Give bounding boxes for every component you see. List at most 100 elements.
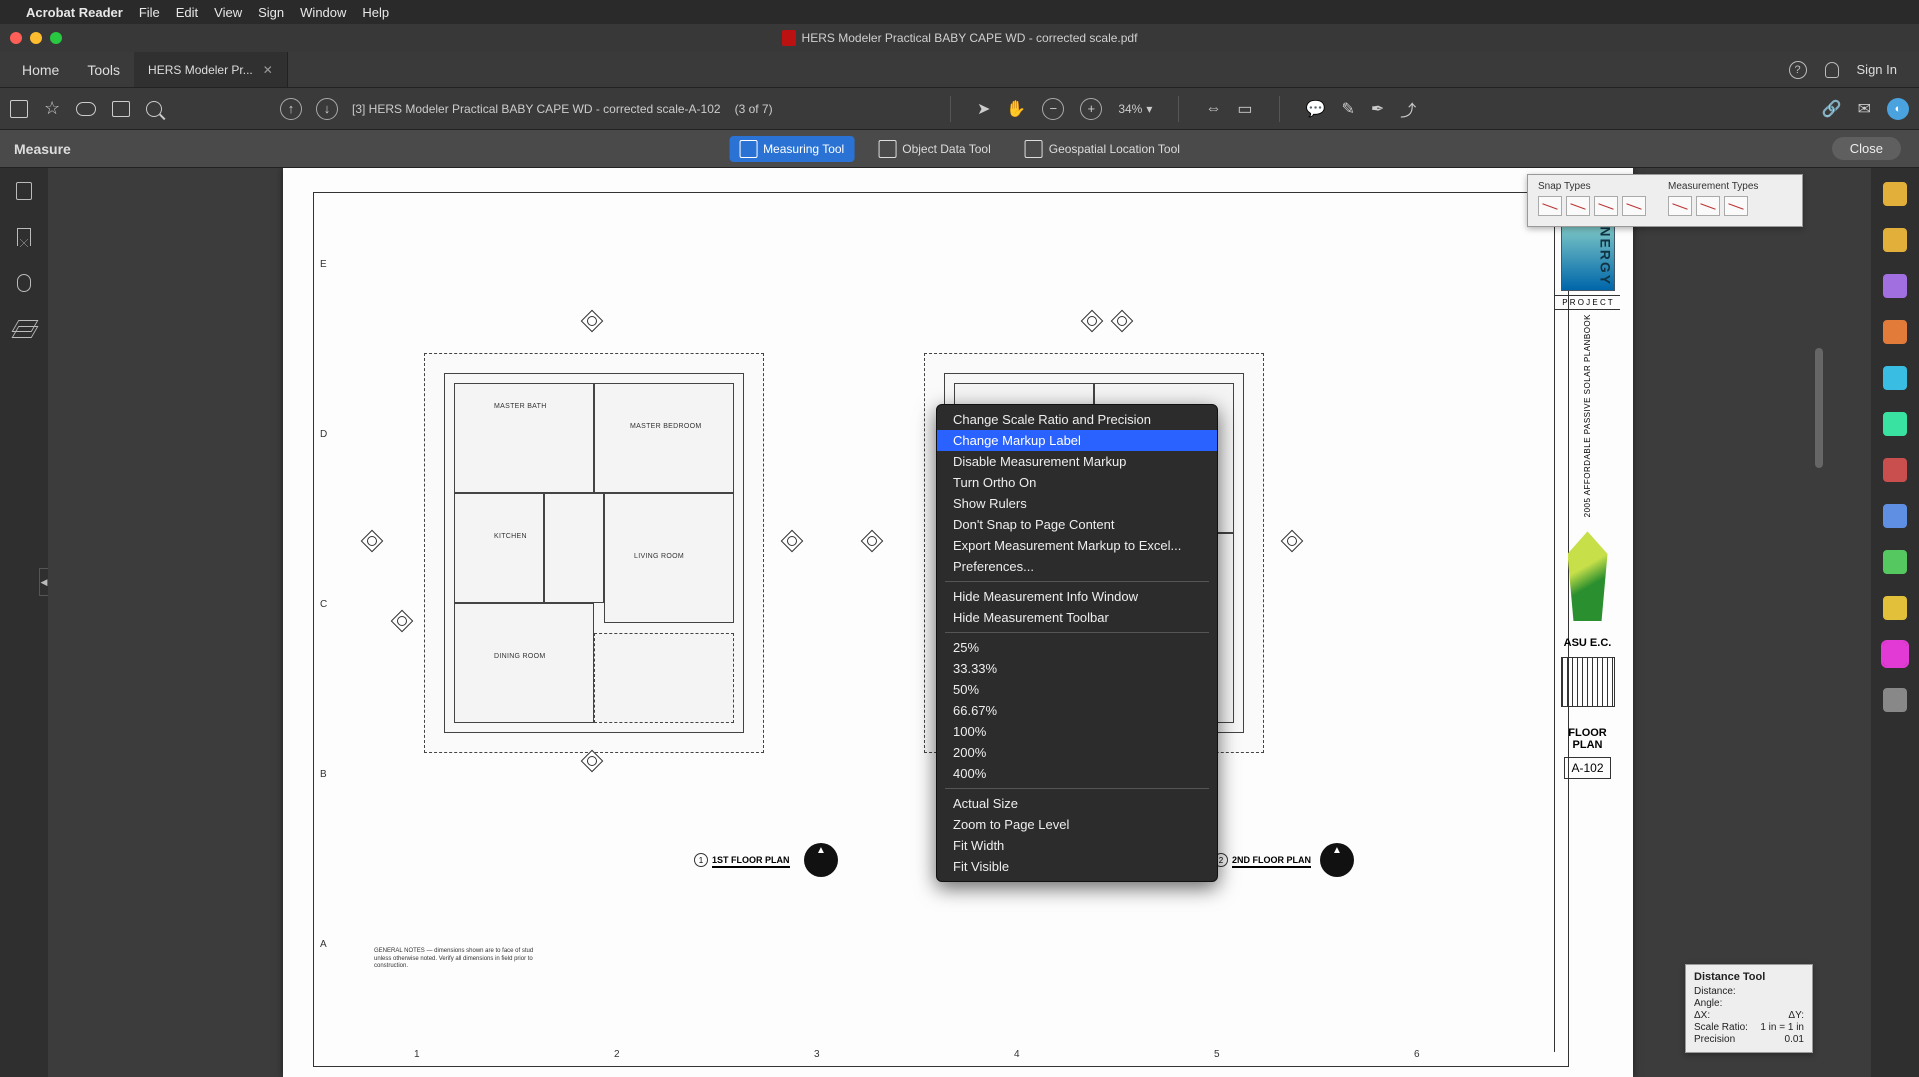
hand-tool-icon[interactable]: ✋ bbox=[1006, 99, 1026, 119]
app-name[interactable]: Acrobat Reader bbox=[26, 5, 123, 20]
ctx-zoom-400[interactable]: 400% bbox=[937, 763, 1217, 784]
page-up-icon[interactable]: ↑ bbox=[280, 98, 302, 120]
ctx-actual-size[interactable]: Actual Size bbox=[937, 793, 1217, 814]
ctx-zoom-66[interactable]: 66.67% bbox=[937, 700, 1217, 721]
notifications-icon[interactable] bbox=[1825, 62, 1839, 78]
menu-sign[interactable]: Sign bbox=[258, 5, 284, 20]
tool-comment-icon[interactable] bbox=[1883, 320, 1907, 344]
ctx-hide-info[interactable]: Hide Measurement Info Window bbox=[937, 586, 1217, 607]
thumbnails-icon[interactable] bbox=[16, 182, 32, 200]
zoom-out-icon[interactable]: − bbox=[1042, 98, 1064, 120]
sign-in-button[interactable]: Sign In bbox=[1857, 62, 1897, 77]
menu-view[interactable]: View bbox=[214, 5, 242, 20]
ctx-zoom-page-level[interactable]: Zoom to Page Level bbox=[937, 814, 1217, 835]
tool-protect-icon[interactable] bbox=[1883, 504, 1907, 528]
ctx-change-scale[interactable]: Change Scale Ratio and Precision bbox=[937, 409, 1217, 430]
tab-bar: Home Tools HERS Modeler Pr... ✕ ? Sign I… bbox=[0, 52, 1919, 88]
select-tool-icon[interactable]: ➤ bbox=[977, 99, 990, 119]
tool-edit-pdf-icon[interactable] bbox=[1883, 228, 1907, 252]
tool-measure-icon[interactable] bbox=[1883, 642, 1907, 666]
north-arrow-1 bbox=[804, 843, 838, 877]
ctx-dont-snap[interactable]: Don't Snap to Page Content bbox=[937, 514, 1217, 535]
page-down-icon[interactable]: ↓ bbox=[316, 98, 338, 120]
distance-tool-panel[interactable]: Distance Tool Distance: Angle: ΔX:ΔY: Sc… bbox=[1685, 964, 1813, 1053]
attachments-icon[interactable] bbox=[17, 274, 31, 292]
tool-compress-icon[interactable] bbox=[1883, 412, 1907, 436]
highlight-icon[interactable]: ✎ bbox=[1341, 99, 1354, 119]
close-button[interactable]: Close bbox=[1832, 137, 1901, 160]
ctx-hide-toolbar[interactable]: Hide Measurement Toolbar bbox=[937, 607, 1217, 628]
ctx-zoom-33[interactable]: 33.33% bbox=[937, 658, 1217, 679]
ctx-zoom-25[interactable]: 25% bbox=[937, 637, 1217, 658]
measuring-tool-button[interactable]: Measuring Tool bbox=[729, 136, 854, 162]
bookmarks-icon[interactable] bbox=[17, 228, 31, 246]
ctx-zoom-50[interactable]: 50% bbox=[937, 679, 1217, 700]
object-data-tool-button[interactable]: Object Data Tool bbox=[868, 136, 1001, 162]
snap-midpoint-button[interactable] bbox=[1566, 196, 1590, 216]
angle-label: Angle: bbox=[1694, 998, 1722, 1009]
window-zoom-button[interactable] bbox=[50, 32, 62, 44]
measure-area-button[interactable] bbox=[1724, 196, 1748, 216]
fit-width-icon[interactable]: ⇔ bbox=[1205, 100, 1221, 118]
sign-icon[interactable]: ✒ bbox=[1371, 99, 1384, 119]
ctx-disable-measurement-markup[interactable]: Disable Measurement Markup bbox=[937, 451, 1217, 472]
snap-intersection-button[interactable] bbox=[1594, 196, 1618, 216]
geospatial-tool-button[interactable]: Geospatial Location Tool bbox=[1015, 136, 1190, 162]
vertical-scrollbar-thumb[interactable] bbox=[1815, 348, 1823, 468]
tool-fill-sign-icon[interactable] bbox=[1883, 550, 1907, 574]
scale-ratio-value: 1 in = 1 in bbox=[1760, 1022, 1804, 1033]
tool-create-pdf-icon[interactable] bbox=[1883, 182, 1907, 206]
appalachian-energy-logo bbox=[1564, 521, 1612, 631]
ctx-zoom-100[interactable]: 100% bbox=[937, 721, 1217, 742]
print-icon[interactable] bbox=[112, 101, 130, 117]
tab-close-icon[interactable]: ✕ bbox=[263, 63, 273, 77]
scale-ratio-label: Scale Ratio: bbox=[1694, 1022, 1748, 1033]
star-icon[interactable]: ☆ bbox=[44, 98, 60, 119]
menu-window[interactable]: Window bbox=[300, 5, 346, 20]
save-icon[interactable] bbox=[10, 100, 28, 118]
tab-tools[interactable]: Tools bbox=[73, 52, 134, 87]
tool-organize-icon[interactable] bbox=[1883, 366, 1907, 390]
ctx-fit-visible[interactable]: Fit Visible bbox=[937, 856, 1217, 877]
tool-export-pdf-icon[interactable] bbox=[1883, 274, 1907, 298]
ctx-export-excel[interactable]: Export Measurement Markup to Excel... bbox=[937, 535, 1217, 556]
cloud-upload-icon[interactable] bbox=[76, 102, 96, 116]
menu-edit[interactable]: Edit bbox=[176, 5, 198, 20]
tool-redact-icon[interactable] bbox=[1883, 458, 1907, 482]
snap-path-button[interactable] bbox=[1622, 196, 1646, 216]
comment-icon[interactable]: 💬 bbox=[1306, 99, 1326, 119]
fit-page-icon[interactable]: ▭ bbox=[1237, 99, 1252, 119]
link-icon[interactable]: 🔗 bbox=[1822, 99, 1842, 119]
window-minimize-button[interactable] bbox=[30, 32, 42, 44]
pdf-icon bbox=[782, 30, 796, 46]
measure-perimeter-button[interactable] bbox=[1696, 196, 1720, 216]
help-icon[interactable]: ? bbox=[1789, 61, 1807, 79]
tab-document[interactable]: HERS Modeler Pr... ✕ bbox=[134, 52, 288, 87]
ctx-change-markup-label[interactable]: Change Markup Label bbox=[937, 430, 1217, 451]
tool-more-icon[interactable] bbox=[1883, 688, 1907, 712]
ctx-preferences[interactable]: Preferences... bbox=[937, 556, 1217, 577]
measurement-types-panel[interactable]: Snap Types Measurement Types bbox=[1527, 174, 1803, 227]
right-tools-rail bbox=[1871, 168, 1919, 1077]
layers-icon[interactable] bbox=[15, 320, 33, 338]
menu-file[interactable]: File bbox=[139, 5, 160, 20]
snap-endpoint-button[interactable] bbox=[1538, 196, 1562, 216]
menu-help[interactable]: Help bbox=[362, 5, 389, 20]
tool-convert-pdf-icon[interactable] bbox=[1883, 596, 1907, 620]
zoom-value[interactable]: 34% ▾ bbox=[1118, 102, 1152, 116]
snap-types-label: Snap Types bbox=[1538, 181, 1646, 192]
ctx-show-rulers[interactable]: Show Rulers bbox=[937, 493, 1217, 514]
room-dining: DINING ROOM bbox=[494, 653, 546, 660]
ctx-fit-width[interactable]: Fit Width bbox=[937, 835, 1217, 856]
window-close-button[interactable] bbox=[10, 32, 22, 44]
zoom-in-icon[interactable]: + bbox=[1080, 98, 1102, 120]
ctx-zoom-200[interactable]: 200% bbox=[937, 742, 1217, 763]
ctx-turn-ortho-on[interactable]: Turn Ortho On bbox=[937, 472, 1217, 493]
measure-distance-button[interactable] bbox=[1668, 196, 1692, 216]
zoom-text: 34% bbox=[1118, 102, 1142, 116]
share-forward-icon[interactable]: ⤴ bbox=[1400, 97, 1416, 121]
account-avatar-icon[interactable]: ◐ bbox=[1887, 98, 1909, 120]
search-icon[interactable] bbox=[146, 101, 162, 117]
tab-home[interactable]: Home bbox=[8, 52, 73, 87]
mail-icon[interactable]: ✉ bbox=[1858, 99, 1871, 119]
